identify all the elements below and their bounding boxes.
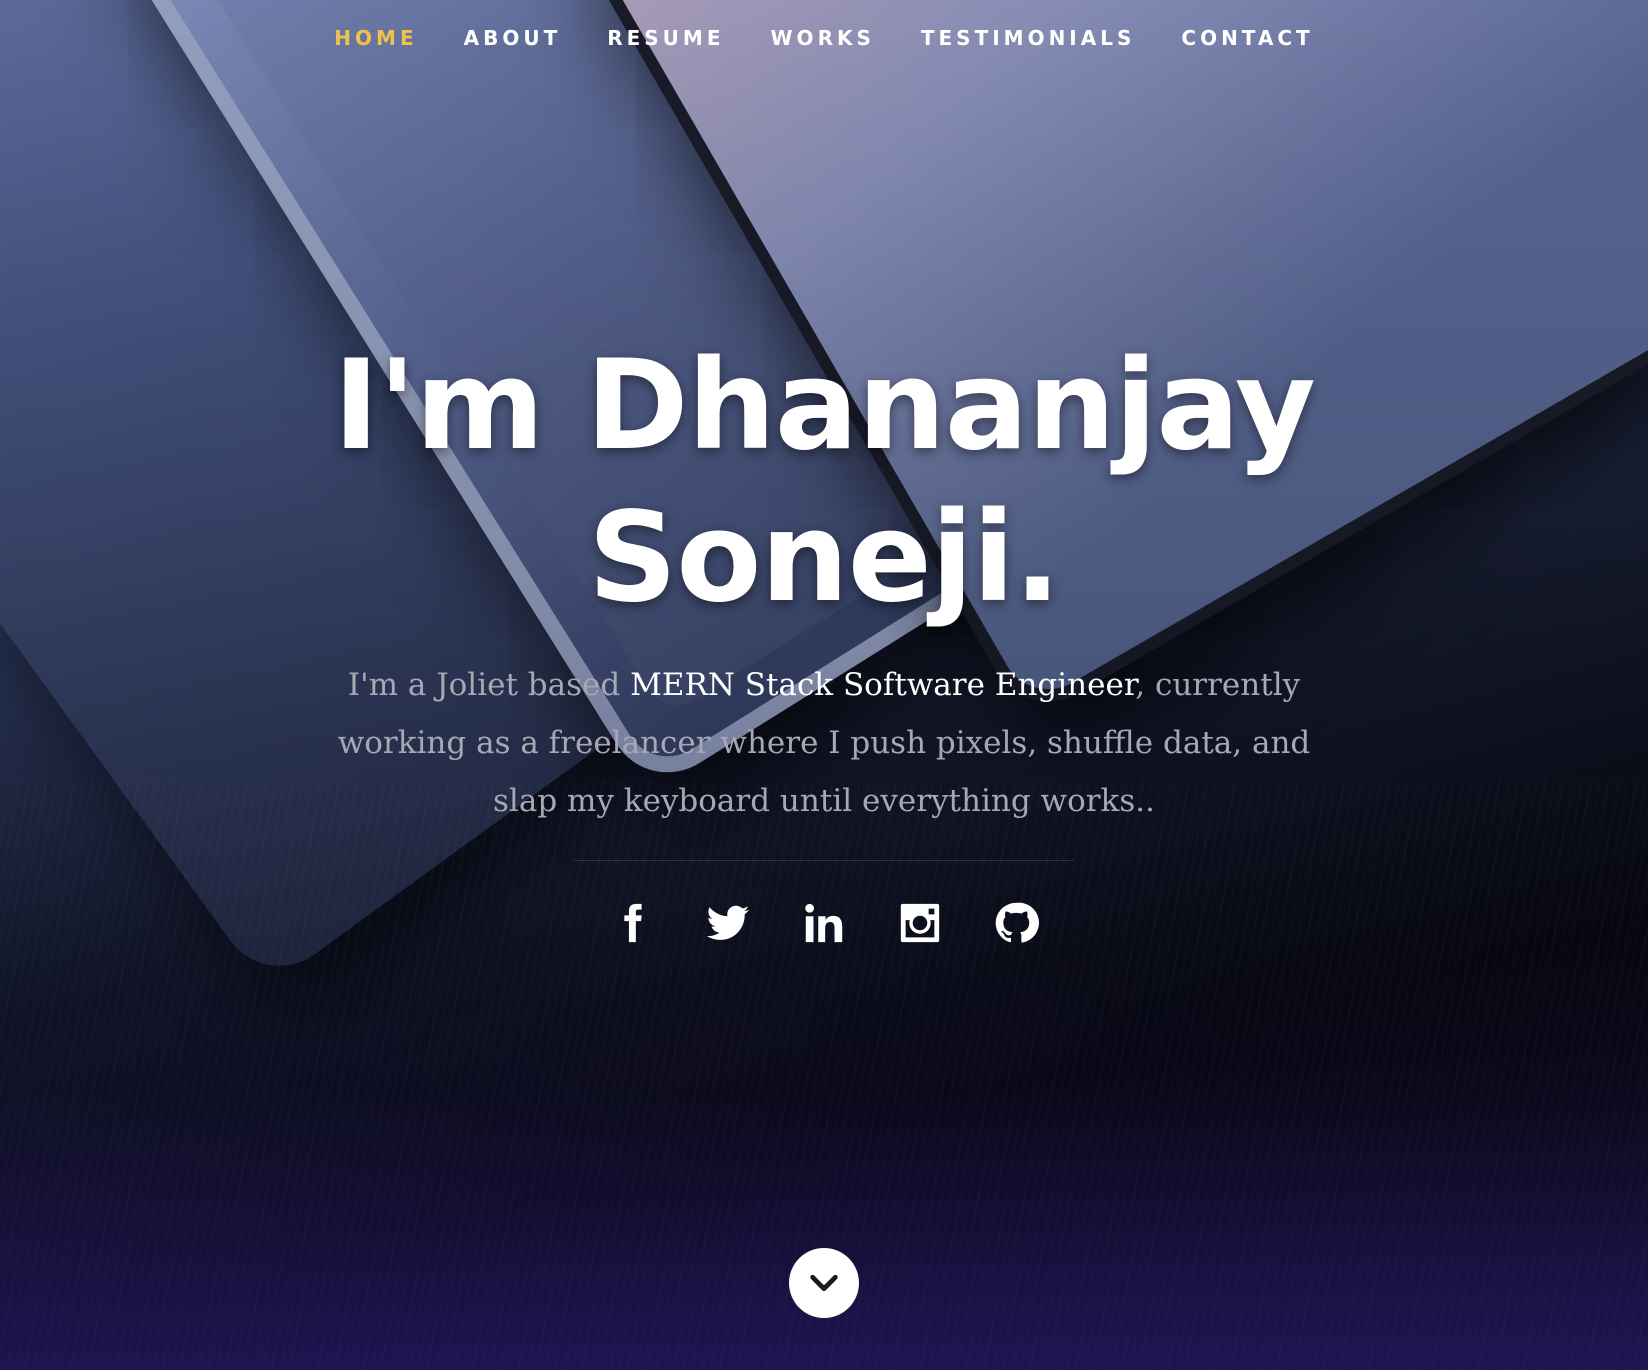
intro-highlight: MERN Stack Software Engineer [630,667,1136,703]
page-title: I'm Dhananjay Soneji. [333,334,1316,630]
instagram-icon [900,903,940,943]
facebook-link[interactable] [608,899,656,947]
nav-item-about[interactable]: About [441,22,585,54]
twitter-link[interactable] [704,899,752,947]
hero-section: Home About Resume Works Testimonials Con… [0,0,1648,1370]
linkedin-link[interactable] [800,899,848,947]
github-icon [995,902,1039,943]
nav-item-resume[interactable]: Resume [584,22,747,54]
main-nav: Home About Resume Works Testimonials Con… [0,22,1648,54]
instagram-link[interactable] [896,899,944,947]
intro-prefix: I'm a Joliet based [347,667,631,703]
scroll-down-button[interactable] [789,1248,859,1318]
github-link[interactable] [992,899,1040,947]
social-links [0,899,1648,947]
chevron-down-icon [810,1274,838,1292]
divider [574,860,1074,861]
nav-item-works[interactable]: Works [748,22,898,54]
nav-item-contact[interactable]: Contact [1158,22,1336,54]
linkedin-icon [805,903,843,943]
intro-text: I'm a Joliet based MERN Stack Software E… [334,656,1314,830]
twitter-icon [706,905,750,940]
banner: I'm Dhananjay Soneji. I'm a Joliet based… [0,330,1648,947]
nav-item-home[interactable]: Home [311,22,440,54]
facebook-icon [624,903,642,943]
nav-item-testimonials[interactable]: Testimonials [898,22,1159,54]
